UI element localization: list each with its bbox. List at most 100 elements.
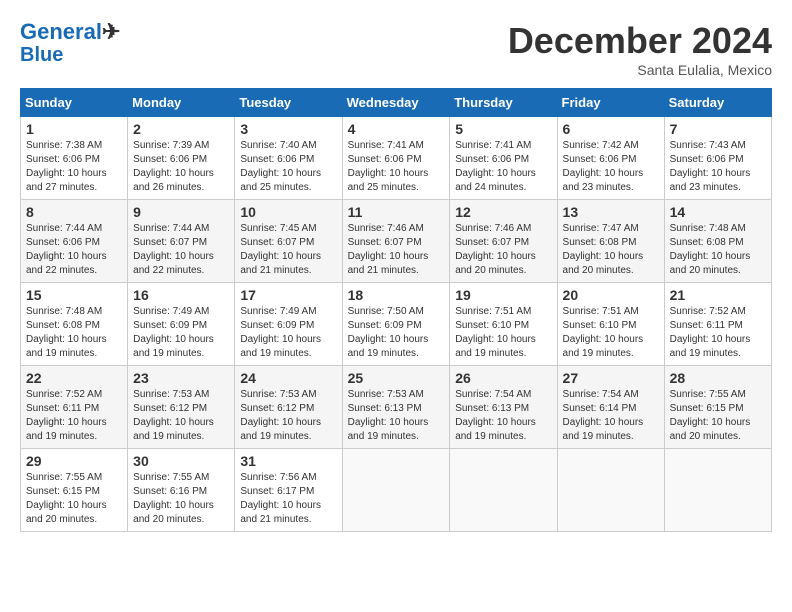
table-row: 13Sunrise: 7:47 AM Sunset: 6:08 PM Dayli…	[557, 200, 664, 283]
day-info: Sunrise: 7:56 AM Sunset: 6:17 PM Dayligh…	[240, 471, 336, 527]
day-info: Sunrise: 7:48 AM Sunset: 6:08 PM Dayligh…	[26, 305, 122, 361]
day-number: 12	[455, 204, 551, 220]
table-row: 11 Sunrise: 7:46 AM Sunset: 6:07 PM Dayli…	[342, 200, 450, 283]
day-info: Sunrise: 7:41 AM Sunset: 6:06 PM Dayligh…	[348, 139, 445, 195]
day-info: Sunrise: 7:46 AM Sunset: 6:07 PM Dayligh…	[455, 222, 551, 278]
logo-text: General✈	[20, 20, 120, 44]
day-info: Sunrise: 7:42 AM Sunset: 6:06 PM Dayligh…	[563, 139, 659, 195]
table-row: 15 Sunrise: 7:48 AM Sunset: 6:08 PM Dayli…	[21, 283, 128, 366]
day-number: 8	[26, 204, 122, 220]
day-info: Sunrise: 7:52 AM Sunset: 6:11 PM Dayligh…	[670, 305, 766, 361]
day-number: 21	[670, 287, 766, 303]
table-row: 8 Sunrise: 7:44 AM Sunset: 6:06 PM Daylig…	[21, 200, 128, 283]
day-number: 29	[26, 453, 122, 469]
table-row: 16 Sunrise: 7:49 AM Sunset: 6:09 PM Dayli…	[128, 283, 235, 366]
logo-subtext: Blue	[20, 44, 120, 66]
day-number: 24	[240, 370, 336, 386]
table-row: 6Sunrise: 7:42 AM Sunset: 6:06 PM Daylig…	[557, 117, 664, 200]
day-info: Sunrise: 7:45 AM Sunset: 6:07 PM Dayligh…	[240, 222, 336, 278]
day-number: 17	[240, 287, 336, 303]
table-row: 10 Sunrise: 7:45 AM Sunset: 6:07 PM Dayli…	[235, 200, 342, 283]
day-info: Sunrise: 7:53 AM Sunset: 6:13 PM Dayligh…	[348, 388, 445, 444]
day-info: Sunrise: 7:43 AM Sunset: 6:06 PM Dayligh…	[670, 139, 766, 195]
day-info: Sunrise: 7:41 AM Sunset: 6:06 PM Dayligh…	[455, 139, 551, 195]
table-row: 21 Sunrise: 7:52 AM Sunset: 6:11 PM Dayli…	[664, 283, 771, 366]
day-number: 16	[133, 287, 229, 303]
calendar-table: Sunday Monday Tuesday Wednesday Thursday…	[20, 88, 772, 532]
page-header: General✈ Blue December 2024 Santa Eulali…	[20, 20, 772, 78]
table-row: 22 Sunrise: 7:52 AM Sunset: 6:11 PM Dayli…	[21, 366, 128, 449]
table-row: 9 Sunrise: 7:44 AM Sunset: 6:07 PM Daylig…	[128, 200, 235, 283]
day-number: 20	[563, 287, 659, 303]
calendar-week-row: 8 Sunrise: 7:44 AM Sunset: 6:06 PM Daylig…	[21, 200, 772, 283]
table-row: 25 Sunrise: 7:53 AM Sunset: 6:13 PM Dayli…	[342, 366, 450, 449]
day-number: 22	[26, 370, 122, 386]
day-info: Sunrise: 7:48 AM Sunset: 6:08 PM Dayligh…	[670, 222, 766, 278]
col-thursday: Thursday	[450, 89, 557, 117]
table-row: 26Sunrise: 7:54 AM Sunset: 6:13 PM Dayli…	[450, 366, 557, 449]
table-row	[664, 449, 771, 532]
day-number: 1	[26, 121, 122, 137]
day-number: 11	[348, 204, 445, 220]
col-friday: Friday	[557, 89, 664, 117]
day-number: 30	[133, 453, 229, 469]
day-info: Sunrise: 7:51 AM Sunset: 6:10 PM Dayligh…	[455, 305, 551, 361]
day-number: 9	[133, 204, 229, 220]
day-info: Sunrise: 7:46 AM Sunset: 6:07 PM Dayligh…	[348, 222, 445, 278]
calendar-week-row: 15 Sunrise: 7:48 AM Sunset: 6:08 PM Dayli…	[21, 283, 772, 366]
day-info: Sunrise: 7:50 AM Sunset: 6:09 PM Dayligh…	[348, 305, 445, 361]
calendar-week-row: 29 Sunrise: 7:55 AM Sunset: 6:15 PM Dayli…	[21, 449, 772, 532]
day-info: Sunrise: 7:38 AM Sunset: 6:06 PM Dayligh…	[26, 139, 122, 195]
day-info: Sunrise: 7:55 AM Sunset: 6:15 PM Dayligh…	[26, 471, 122, 527]
day-info: Sunrise: 7:47 AM Sunset: 6:08 PM Dayligh…	[563, 222, 659, 278]
day-info: Sunrise: 7:44 AM Sunset: 6:06 PM Dayligh…	[26, 222, 122, 278]
table-row: 2Sunrise: 7:39 AM Sunset: 6:06 PM Daylig…	[128, 117, 235, 200]
logo: General✈ Blue	[20, 20, 120, 66]
col-saturday: Saturday	[664, 89, 771, 117]
day-info: Sunrise: 7:54 AM Sunset: 6:14 PM Dayligh…	[563, 388, 659, 444]
day-info: Sunrise: 7:52 AM Sunset: 6:11 PM Dayligh…	[26, 388, 122, 444]
col-tuesday: Tuesday	[235, 89, 342, 117]
day-number: 18	[348, 287, 445, 303]
title-area: December 2024 Santa Eulalia, Mexico	[508, 20, 772, 78]
table-row: 20 Sunrise: 7:51 AM Sunset: 6:10 PM Dayli…	[557, 283, 664, 366]
day-info: Sunrise: 7:54 AM Sunset: 6:13 PM Dayligh…	[455, 388, 551, 444]
table-row: 7 Sunrise: 7:43 AM Sunset: 6:06 PM Daylig…	[664, 117, 771, 200]
day-info: Sunrise: 7:49 AM Sunset: 6:09 PM Dayligh…	[133, 305, 229, 361]
day-info: Sunrise: 7:39 AM Sunset: 6:06 PM Dayligh…	[133, 139, 229, 195]
calendar-week-row: 1 Sunrise: 7:38 AM Sunset: 6:06 PM Daylig…	[21, 117, 772, 200]
col-wednesday: Wednesday	[342, 89, 450, 117]
calendar-header-row: Sunday Monday Tuesday Wednesday Thursday…	[21, 89, 772, 117]
day-info: Sunrise: 7:49 AM Sunset: 6:09 PM Dayligh…	[240, 305, 336, 361]
day-number: 5	[455, 121, 551, 137]
month-title: December 2024	[508, 20, 772, 62]
table-row: 28Sunrise: 7:55 AM Sunset: 6:15 PM Dayli…	[664, 366, 771, 449]
table-row: 30 Sunrise: 7:55 AM Sunset: 6:16 PM Dayli…	[128, 449, 235, 532]
day-info: Sunrise: 7:53 AM Sunset: 6:12 PM Dayligh…	[240, 388, 336, 444]
table-row: 12 Sunrise: 7:46 AM Sunset: 6:07 PM Dayli…	[450, 200, 557, 283]
day-number: 7	[670, 121, 766, 137]
col-sunday: Sunday	[21, 89, 128, 117]
day-number: 15	[26, 287, 122, 303]
table-row: 18 Sunrise: 7:50 AM Sunset: 6:09 PM Dayli…	[342, 283, 450, 366]
day-number: 28	[670, 370, 766, 386]
table-row	[557, 449, 664, 532]
table-row: 24 Sunrise: 7:53 AM Sunset: 6:12 PM Dayli…	[235, 366, 342, 449]
table-row: 29 Sunrise: 7:55 AM Sunset: 6:15 PM Dayli…	[21, 449, 128, 532]
table-row: 14Sunrise: 7:48 AM Sunset: 6:08 PM Dayli…	[664, 200, 771, 283]
table-row	[450, 449, 557, 532]
table-row: 1 Sunrise: 7:38 AM Sunset: 6:06 PM Daylig…	[21, 117, 128, 200]
day-number: 31	[240, 453, 336, 469]
day-number: 27	[563, 370, 659, 386]
day-info: Sunrise: 7:44 AM Sunset: 6:07 PM Dayligh…	[133, 222, 229, 278]
day-info: Sunrise: 7:40 AM Sunset: 6:06 PM Dayligh…	[240, 139, 336, 195]
location: Santa Eulalia, Mexico	[508, 62, 772, 78]
day-number: 25	[348, 370, 445, 386]
table-row: 23Sunrise: 7:53 AM Sunset: 6:12 PM Dayli…	[128, 366, 235, 449]
day-number: 4	[348, 121, 445, 137]
day-info: Sunrise: 7:51 AM Sunset: 6:10 PM Dayligh…	[563, 305, 659, 361]
day-number: 10	[240, 204, 336, 220]
table-row: 4 Sunrise: 7:41 AM Sunset: 6:06 PM Daylig…	[342, 117, 450, 200]
table-row: 19Sunrise: 7:51 AM Sunset: 6:10 PM Dayli…	[450, 283, 557, 366]
day-info: Sunrise: 7:55 AM Sunset: 6:16 PM Dayligh…	[133, 471, 229, 527]
